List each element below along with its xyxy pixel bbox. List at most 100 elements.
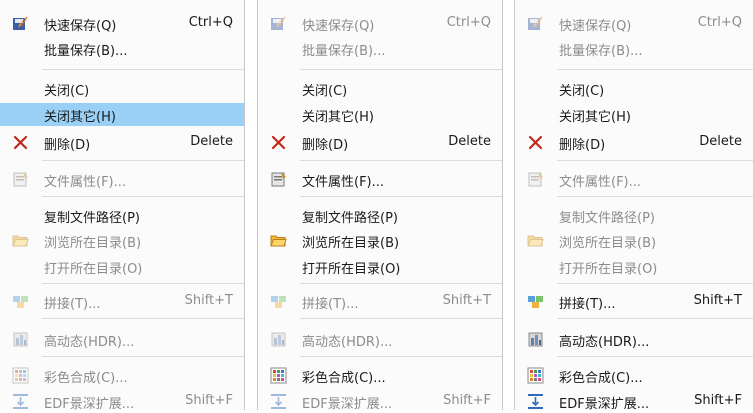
menu-item-stitch[interactable]: 拼接(T)... Shift+T <box>258 290 502 313</box>
menu-item-label: 关闭其它(H) <box>44 110 116 125</box>
menu-item-quick-save[interactable]: 快速保存(Q) Ctrl+Q <box>0 12 244 35</box>
menu-item-color-composite[interactable]: 彩色合成(C)... <box>515 364 753 387</box>
menu-item-close-others[interactable]: 关闭其它(H) <box>515 103 753 126</box>
menu-item-stitch[interactable]: 拼接(T)... Shift+T <box>0 290 244 313</box>
menu-item-label: 批量保存(B)... <box>559 44 643 59</box>
menu-item-hdr[interactable]: 高动态(HDR)... <box>0 328 244 351</box>
menu-item-close-others[interactable]: 关闭其它(H) <box>0 103 244 126</box>
menu-item-open-directory[interactable]: 打开所在目录(O) <box>515 255 753 278</box>
menu-item-label: EDF景深扩展... <box>44 397 135 412</box>
menu-item-label: 高动态(HDR)... <box>302 335 393 350</box>
color-composite-icon <box>270 367 287 384</box>
menu-item-label: 文件属性(F)... <box>44 175 127 190</box>
menu-item-file-properties[interactable]: 文件属性(F)... <box>515 168 753 191</box>
menu-item-label: 浏览所在目录(B) <box>302 236 400 251</box>
delete-x-icon <box>12 134 29 151</box>
folder-icon <box>12 232 29 249</box>
menu-item-label: 删除(D) <box>302 138 349 153</box>
menu-separator <box>42 283 244 284</box>
menu-separator <box>42 160 244 161</box>
menu-item-color-composite[interactable]: 彩色合成(C)... <box>0 364 244 387</box>
menu-separator <box>557 356 753 357</box>
menu-item-open-directory[interactable]: 打开所在目录(O) <box>258 255 502 278</box>
menu-item-label: 拼接(T)... <box>302 297 359 312</box>
menu-item-close-others[interactable]: 关闭其它(H) <box>258 103 502 126</box>
menu-separator <box>557 283 753 284</box>
menu-item-file-properties[interactable]: 文件属性(F)... <box>258 168 502 191</box>
menu-item-label: 打开所在目录(O) <box>559 262 658 277</box>
menu-item-label: 拼接(T)... <box>559 297 616 312</box>
menu-item-batch-save[interactable]: 批量保存(B)... <box>0 37 244 60</box>
menu-separator <box>300 283 502 284</box>
menu-item-stitch[interactable]: 拼接(T)... Shift+T <box>515 290 753 313</box>
menu-item-browse-directory[interactable]: 浏览所在目录(B) <box>258 229 502 252</box>
menu-item-close[interactable]: 关闭(C) <box>0 77 244 100</box>
menu-item-label: 文件属性(F)... <box>302 175 385 190</box>
menu-item-copy-path[interactable]: 复制文件路径(P) <box>515 204 753 227</box>
menu-item-browse-directory[interactable]: 浏览所在目录(B) <box>515 229 753 252</box>
menu-item-quick-save[interactable]: 快速保存(Q) Ctrl+Q <box>515 12 753 35</box>
menu-item-color-composite[interactable]: 彩色合成(C)... <box>258 364 502 387</box>
hdr-icon <box>12 331 29 348</box>
menu-item-label: 彩色合成(C)... <box>559 371 643 386</box>
menu-item-copy-path[interactable]: 复制文件路径(P) <box>0 204 244 227</box>
menu-item-label: 快速保存(Q) <box>44 19 117 34</box>
menu-separator <box>557 160 753 161</box>
shortcut-text: Shift+T <box>184 293 233 308</box>
shortcut-text: Shift+F <box>185 393 233 408</box>
quick-save-icon <box>270 15 287 32</box>
shortcut-text: Delete <box>448 134 491 149</box>
menu-item-label: 删除(D) <box>559 138 606 153</box>
menu-separator <box>557 318 753 319</box>
menu-item-label: 快速保存(Q) <box>302 19 375 34</box>
shortcut-text: Shift+T <box>442 293 491 308</box>
menu-item-label: 高动态(HDR)... <box>559 335 650 350</box>
shortcut-text: Ctrl+Q <box>697 15 742 30</box>
menu-item-label: 打开所在目录(O) <box>44 262 143 277</box>
menu-item-label: 批量保存(B)... <box>44 44 128 59</box>
shortcut-text: Delete <box>190 134 233 149</box>
menu-separator <box>300 356 502 357</box>
menu-item-delete[interactable]: 删除(D) Delete <box>258 131 502 154</box>
folder-icon <box>270 232 287 249</box>
color-composite-icon <box>12 367 29 384</box>
menu-item-label: 复制文件路径(P) <box>302 211 398 226</box>
menu-item-copy-path[interactable]: 复制文件路径(P) <box>258 204 502 227</box>
menu-item-label: 快速保存(Q) <box>559 19 632 34</box>
folder-icon <box>527 232 544 249</box>
menu-item-close[interactable]: 关闭(C) <box>515 77 753 100</box>
menu-item-open-directory[interactable]: 打开所在目录(O) <box>0 255 244 278</box>
menu-item-label: 关闭(C) <box>302 84 348 99</box>
menu-item-label: 复制文件路径(P) <box>559 211 655 226</box>
menu-item-hdr[interactable]: 高动态(HDR)... <box>515 328 753 351</box>
menu-item-batch-save[interactable]: 批量保存(B)... <box>258 37 502 60</box>
menu-item-label: 浏览所在目录(B) <box>44 236 142 251</box>
shortcut-text: Shift+F <box>443 393 491 408</box>
shortcut-text: Shift+T <box>693 293 742 308</box>
menu-item-label: 彩色合成(C)... <box>302 371 386 386</box>
quick-save-icon <box>527 15 544 32</box>
hdr-icon <box>527 331 544 348</box>
menu-item-browse-directory[interactable]: 浏览所在目录(B) <box>0 229 244 252</box>
menu-item-label: 关闭其它(H) <box>302 110 374 125</box>
stitch-icon <box>527 293 544 310</box>
shortcut-text: Shift+F <box>694 393 742 408</box>
menu-item-hdr[interactable]: 高动态(HDR)... <box>258 328 502 351</box>
menu-item-delete[interactable]: 删除(D) Delete <box>0 131 244 154</box>
menu-item-delete[interactable]: 删除(D) Delete <box>515 131 753 154</box>
menu-separator <box>300 318 502 319</box>
menu-item-close[interactable]: 关闭(C) <box>258 77 502 100</box>
stitch-icon <box>270 293 287 310</box>
context-menu-3: 快速保存(Q) Ctrl+Q 批量保存(B)... 关闭(C) 关闭其它(H) … <box>514 0 753 412</box>
color-composite-icon <box>527 367 544 384</box>
menu-item-batch-save[interactable]: 批量保存(B)... <box>515 37 753 60</box>
edf-icon <box>12 393 29 410</box>
menu-item-quick-save[interactable]: 快速保存(Q) Ctrl+Q <box>258 12 502 35</box>
menu-item-label: 关闭(C) <box>559 84 605 99</box>
menu-item-label: 文件属性(F)... <box>559 175 642 190</box>
edf-icon <box>527 393 544 410</box>
file-properties-icon <box>12 171 29 188</box>
menu-separator <box>42 318 244 319</box>
menu-separator <box>557 196 753 197</box>
menu-item-file-properties[interactable]: 文件属性(F)... <box>0 168 244 191</box>
